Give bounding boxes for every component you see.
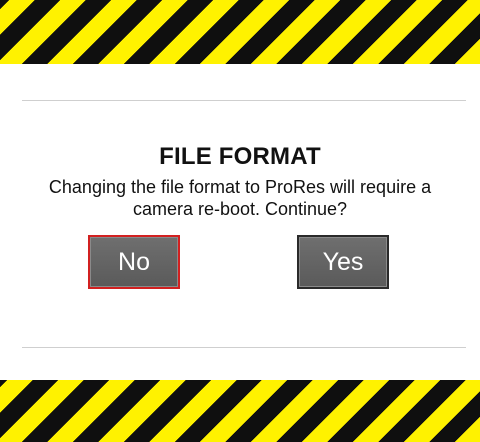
dialog-message: Changing the file format to ProRes will … <box>48 177 432 219</box>
dialog-title: FILE FORMAT <box>159 143 321 170</box>
top-divider <box>22 100 466 101</box>
bottom-divider <box>22 347 466 348</box>
yes-button-label: Yes <box>322 247 364 276</box>
yes-button[interactable]: Yes <box>297 235 389 289</box>
hazard-stripe-bottom <box>0 380 480 442</box>
no-button-label: No <box>118 247 150 276</box>
hazard-stripe-top <box>0 0 480 64</box>
no-button[interactable]: No <box>88 235 180 289</box>
